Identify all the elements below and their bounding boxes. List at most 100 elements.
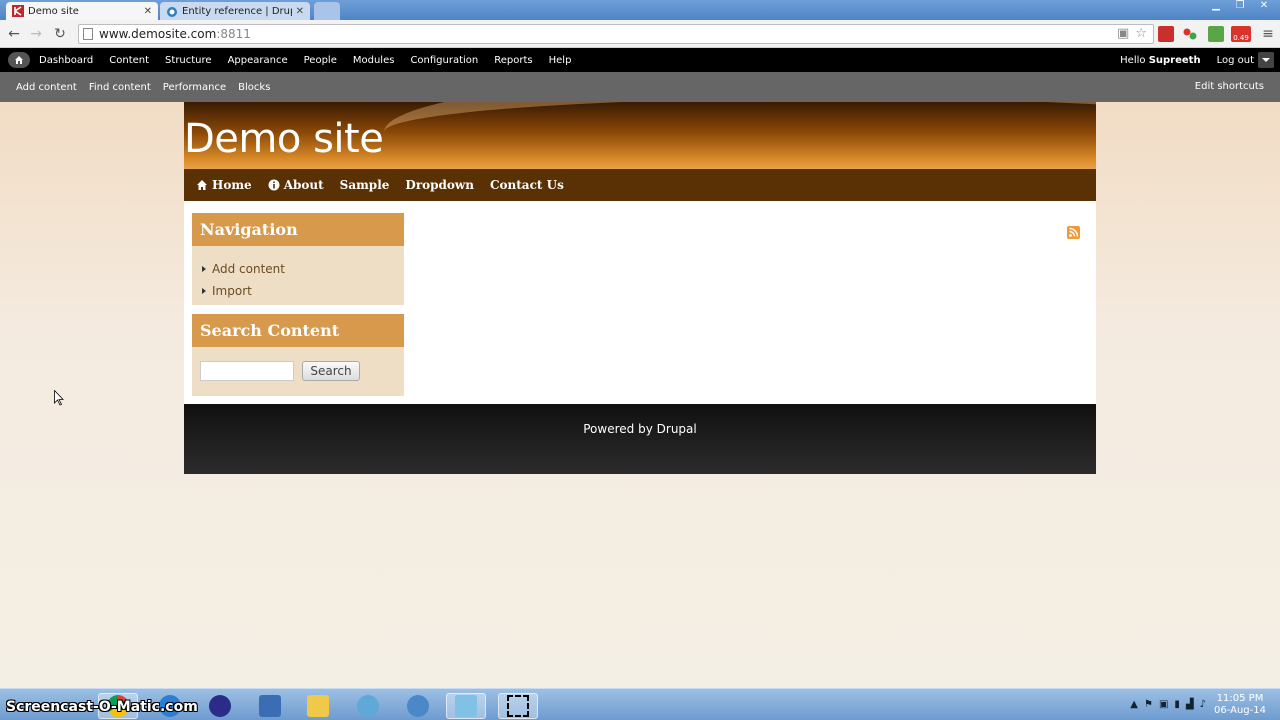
main-menu: Home About Sample Dropdown Contact Us (184, 169, 1096, 201)
search-input[interactable] (200, 361, 294, 381)
bullet-icon (202, 288, 206, 294)
shortcut-items: Add content Find content Performance Blo… (16, 82, 270, 93)
system-clock[interactable]: 11:05 PM 06-Aug-14 (1214, 693, 1266, 717)
eclipse-taskbar-icon[interactable] (200, 693, 240, 719)
username[interactable]: Supreeth (1149, 55, 1201, 66)
extension-red-icon[interactable] (1158, 26, 1174, 42)
admin-menu-reports[interactable]: Reports (494, 55, 532, 66)
close-tab-icon[interactable]: ✕ (144, 6, 152, 17)
close-window-icon[interactable]: ✕ (1254, 0, 1274, 11)
screencast-watermark: Screencast-O-Matic.com (6, 699, 198, 715)
reload-icon[interactable]: ↻ (50, 24, 70, 44)
site-name[interactable]: Demo site (184, 116, 384, 162)
admin-menu-help[interactable]: Help (549, 55, 572, 66)
restore-icon[interactable]: ❐ (1230, 0, 1250, 11)
clock-time: 11:05 PM (1216, 693, 1264, 704)
navigation-item-add-content[interactable]: Add content (202, 258, 404, 280)
hello-user: Hello Supreeth (1120, 55, 1200, 66)
search-block: Search (192, 347, 404, 396)
network-taskbar-icon[interactable] (348, 693, 388, 719)
chrome-menu-icon[interactable]: ≡ (1258, 24, 1278, 44)
site-footer: Powered by Drupal (184, 404, 1096, 474)
app-taskbar-icon[interactable] (446, 693, 486, 719)
footer-prefix: Powered by (583, 422, 653, 436)
page-action-icon[interactable]: ▣ (1117, 26, 1129, 41)
new-tab-button[interactable] (314, 2, 340, 20)
tray-flag-icon[interactable]: ⚑ (1144, 699, 1153, 710)
window-controls: ▁ ❐ ✕ (1206, 0, 1274, 11)
edit-shortcuts-link[interactable]: Edit shortcuts (1195, 72, 1264, 102)
main-menu-dropdown[interactable]: Dropdown (405, 178, 474, 192)
navigation-block: Add content Import (192, 246, 404, 305)
shortcut-add-content[interactable]: Add content (16, 82, 77, 93)
tab-entity-reference[interactable]: Entity reference | Drupal.o ✕ (160, 2, 310, 20)
toolbar-drawer-toggle-icon[interactable] (1258, 52, 1274, 68)
tray-network-icon[interactable]: ▮ (1174, 699, 1180, 710)
footer-drupal-link[interactable]: Drupal (657, 422, 697, 436)
navigation-item-import[interactable]: Import (202, 280, 404, 302)
system-tray: ▲ ⚑ ▣ ▮ ▟ ♪ (1130, 699, 1206, 710)
tray-signal-icon[interactable]: ▟ (1186, 699, 1194, 710)
shortcut-bar: Add content Find content Performance Blo… (0, 72, 1280, 102)
header-swoosh (384, 102, 1096, 169)
bullet-icon (202, 266, 206, 272)
mail-taskbar-icon[interactable] (298, 693, 338, 719)
search-button[interactable]: Search (302, 361, 360, 381)
windows-taskbar: Screencast-O-Matic.com ▲ ⚑ ▣ ▮ ▟ ♪ 11:05… (0, 688, 1280, 720)
tab-label: Entity reference | Drupal.o (182, 5, 292, 17)
mouse-cursor-icon (54, 390, 64, 406)
tray-volume-icon[interactable]: ♪ (1200, 699, 1206, 710)
address-port: :8811 (216, 27, 251, 41)
extension-badge-icon[interactable]: 0.49 (1231, 26, 1251, 42)
extension-green-icon[interactable] (1208, 26, 1224, 42)
screen-capture-taskbar-icon[interactable] (498, 693, 538, 719)
editor-taskbar-icon[interactable] (250, 693, 290, 719)
admin-menu-people[interactable]: People (304, 55, 337, 66)
shortcut-performance[interactable]: Performance (163, 82, 226, 93)
browser-tab-strip: Demo site ✕ Entity reference | Drupal.o … (0, 0, 1280, 20)
navigation-list: Add content Import (192, 246, 404, 302)
bookmark-star-icon[interactable]: ☆ (1135, 26, 1147, 41)
shortcut-find-content[interactable]: Find content (89, 82, 151, 93)
address-bar[interactable]: www.demosite.com :8811 ▣ ☆ (78, 24, 1154, 44)
tray-expand-icon[interactable]: ▲ (1130, 699, 1138, 710)
drupal-red-favicon-icon (12, 5, 24, 17)
shortcut-blocks[interactable]: Blocks (238, 82, 270, 93)
search-block-title: Search Content (192, 314, 404, 347)
admin-menu-content[interactable]: Content (109, 55, 149, 66)
admin-toolbar: Dashboard Content Structure Appearance P… (0, 48, 1280, 72)
main-menu-label: About (283, 178, 324, 192)
info-icon (268, 179, 280, 191)
home-icon[interactable] (8, 52, 30, 68)
address-host: www.demosite.com (99, 27, 217, 41)
tray-device-icon[interactable]: ▣ (1159, 699, 1168, 710)
admin-menu-modules[interactable]: Modules (353, 55, 395, 66)
omnibox-actions: ▣ ☆ (1117, 26, 1147, 41)
forward-arrow-icon[interactable]: → (26, 24, 46, 44)
back-arrow-icon[interactable]: ← (4, 24, 24, 44)
close-tab-icon[interactable]: ✕ (296, 6, 304, 17)
main-menu-contact-us[interactable]: Contact Us (490, 178, 564, 192)
main-menu-label: Home (212, 178, 252, 192)
browser-toolbar: ← → ↻ www.demosite.com :8811 ▣ ☆ 0.49 ≡ (0, 20, 1280, 48)
tab-demo-site[interactable]: Demo site ✕ (6, 2, 158, 20)
extension-dots-icon[interactable] (1182, 26, 1198, 42)
site-header: Demo site (184, 102, 1096, 169)
page-icon (83, 28, 93, 40)
admin-menu-configuration[interactable]: Configuration (410, 55, 478, 66)
admin-menu-structure[interactable]: Structure (165, 55, 212, 66)
minimize-icon[interactable]: ▁ (1206, 0, 1226, 11)
main-menu-sample[interactable]: Sample (340, 178, 390, 192)
admin-menu-dashboard[interactable]: Dashboard (39, 55, 93, 66)
clock-date: 06-Aug-14 (1214, 705, 1266, 716)
admin-menu-appearance[interactable]: Appearance (228, 55, 288, 66)
main-menu-about[interactable]: About (268, 178, 324, 192)
navigation-link-label: Import (212, 284, 252, 298)
browser-alt-taskbar-icon[interactable] (398, 693, 438, 719)
logout-link[interactable]: Log out (1217, 55, 1254, 66)
rss-feed-icon[interactable] (1067, 226, 1080, 239)
admin-menu: Dashboard Content Structure Appearance P… (39, 55, 571, 66)
extension-badge-count: 0.49 (1233, 34, 1249, 42)
hello-text: Hello (1120, 54, 1146, 66)
main-menu-home[interactable]: Home (196, 178, 252, 192)
